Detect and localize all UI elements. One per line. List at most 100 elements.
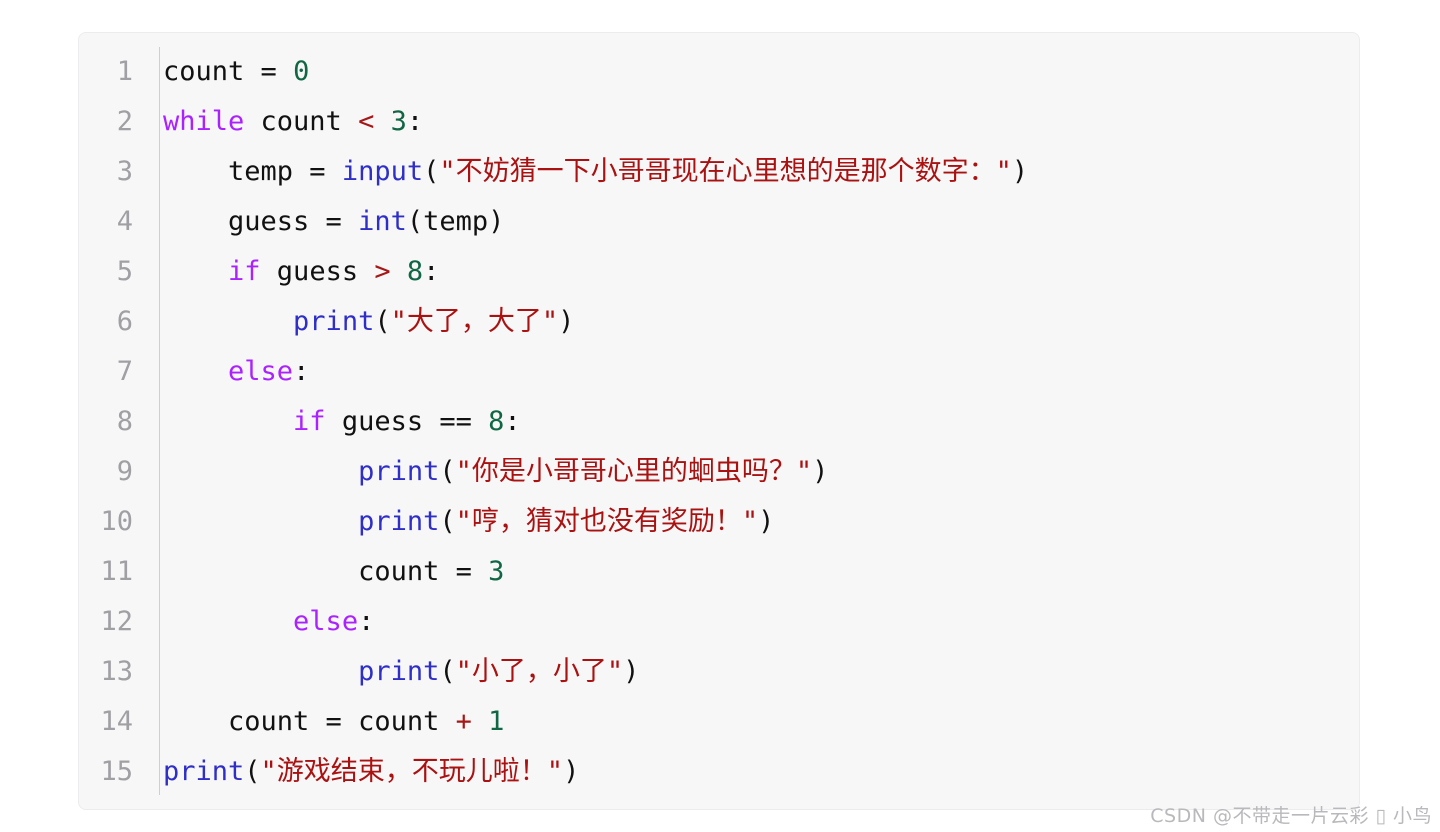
code-token-plain: : (504, 406, 521, 437)
code-token-punc: ( (244, 756, 261, 787)
code-line-text: temp = input("不妨猜一下小哥哥现在心里想的是那个数字：") (145, 147, 1028, 197)
code-token-plain: guess = (163, 206, 359, 237)
code-token-plain: guess (325, 406, 440, 437)
code-line-text: guess = int(temp) (145, 197, 504, 247)
code-line: 14 count = count + 1 (79, 697, 1359, 747)
code-line: 2 while count < 3: (79, 97, 1359, 147)
code-token-str: "你是小哥哥心里的蛔虫吗？" (455, 456, 813, 487)
code-line: 9 print("你是小哥哥心里的蛔虫吗？") (79, 447, 1359, 497)
code-token-str: "小了，小了" (455, 656, 624, 687)
code-token-str: "哼，猜对也没有奖励！" (455, 506, 759, 537)
line-number: 12 (100, 606, 133, 637)
code-token-builtin: print (293, 306, 375, 337)
code-token-punc: ) (623, 656, 640, 687)
code-line-text: print("你是小哥哥心里的蛔虫吗？") (145, 447, 828, 497)
code-line: 7 else: (79, 347, 1359, 397)
code-token-op: + (455, 706, 472, 737)
code-token-punc: ) (758, 506, 775, 537)
gutter-divider (159, 47, 160, 795)
line-number: 11 (100, 556, 133, 587)
code-token-plain: : (423, 256, 440, 287)
csdn-watermark: CSDN @不带走一片云彩 ▯ 小鸟 (1150, 805, 1432, 827)
code-line-text: if guess > 8: (145, 247, 439, 297)
code-token-op: < (358, 106, 375, 137)
code-token-plain: == (439, 406, 472, 437)
code-token-punc: ( (439, 506, 456, 537)
code-token-num: 8 (406, 256, 424, 287)
line-number: 8 (116, 406, 133, 437)
line-number: 15 (100, 756, 133, 787)
code-line: 15 print("游戏结束，不玩儿啦！") (79, 747, 1359, 797)
line-number: 13 (100, 656, 133, 687)
code-line-text: else: (145, 597, 374, 647)
line-number: 3 (116, 156, 133, 187)
code-token-builtin: int (358, 206, 407, 237)
code-line: 12 else: (79, 597, 1359, 647)
code-line: 10 print("哼，猜对也没有奖励！") (79, 497, 1359, 547)
code-line-text: print("哼，猜对也没有奖励！") (145, 497, 774, 547)
code-line: 1 count = 0 (79, 47, 1359, 97)
code-token-str: "游戏结束，不玩儿啦！" (260, 756, 564, 787)
code-line-text: count = 0 (145, 47, 309, 97)
code-token-plain: count = (163, 556, 489, 587)
code-line-text: print("大了，大了") (145, 297, 574, 347)
line-number: 14 (100, 706, 133, 737)
code-token-kw: if (228, 256, 261, 287)
code-line: 4 guess = int(temp) (79, 197, 1359, 247)
code-line: 11 count = 3 (79, 547, 1359, 597)
code-line: 5 if guess > 8: (79, 247, 1359, 297)
line-number: 9 (116, 456, 133, 487)
code-token-kw: while (163, 106, 245, 137)
code-line-text: while count < 3: (145, 97, 423, 147)
code-token-kw: if (293, 406, 326, 437)
line-number: 1 (116, 56, 133, 87)
code-line-text: print("游戏结束，不玩儿啦！") (145, 747, 579, 797)
code-block: 1 count = 0 2 while count < 3: 3 temp = inpu… (78, 32, 1360, 810)
code-line: 8 if guess == 8: (79, 397, 1359, 447)
line-number: 10 (100, 506, 133, 537)
line-number: 5 (116, 256, 133, 287)
code-token-str: "大了，大了" (390, 306, 559, 337)
code-token-num: 1 (488, 706, 505, 737)
code-token-punc: ( (439, 456, 456, 487)
line-number: 2 (116, 106, 133, 137)
line-number: 7 (116, 356, 133, 387)
code-token-str: "不妨猜一下小哥哥现在心里想的是那个数字：" (439, 156, 1012, 187)
code-block-content: 1 count = 0 2 while count < 3: 3 temp = inpu… (79, 33, 1359, 809)
code-token-plain: guess (260, 256, 375, 287)
code-token-num: 3 (488, 556, 505, 587)
code-token-plain: : (406, 106, 424, 137)
code-token-builtin: input (341, 156, 424, 187)
code-token-plain: : (358, 606, 375, 637)
code-token-plain: = (260, 56, 277, 87)
code-token-builtin: print (358, 456, 440, 487)
code-line-list: 1 count = 0 2 while count < 3: 3 temp = inpu… (79, 47, 1359, 797)
code-line-text: else: (145, 347, 309, 397)
code-token-kw: else (228, 356, 294, 387)
code-token-kw: else (293, 606, 359, 637)
code-token-op: > (374, 256, 391, 287)
code-token-plain: temp = (163, 156, 342, 187)
code-token-punc: ) (563, 756, 580, 787)
code-line: 13 print("小了，小了") (79, 647, 1359, 697)
code-token-plain: count (244, 106, 359, 137)
code-line: 6 print("大了，大了") (79, 297, 1359, 347)
code-token-num: 8 (488, 406, 505, 437)
code-token-punc: ) (1011, 156, 1029, 187)
code-token-punc: ( (439, 656, 456, 687)
code-line: 3 temp = input("不妨猜一下小哥哥现在心里想的是那个数字：") (79, 147, 1359, 197)
code-token-plain: count (163, 56, 245, 87)
